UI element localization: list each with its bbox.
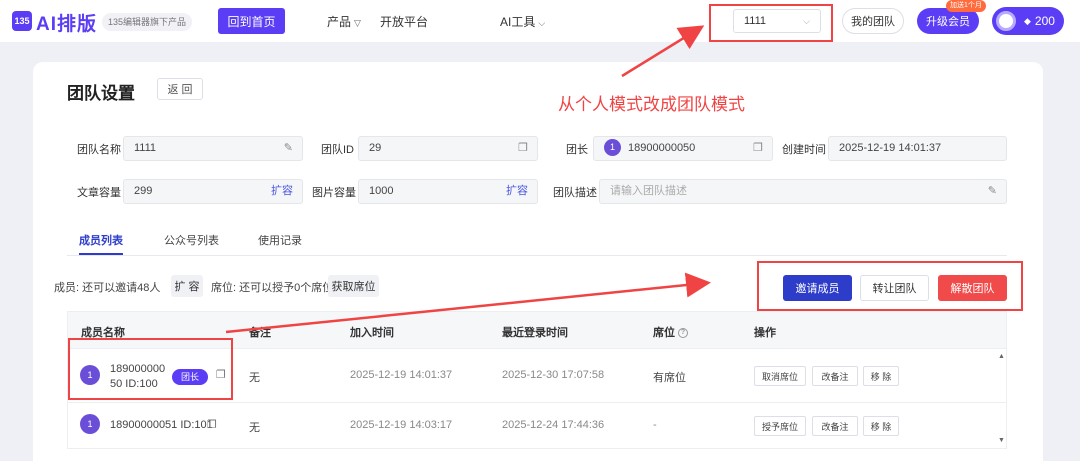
diamond-icon: ◆: [1024, 15, 1031, 26]
get-seats-button[interactable]: 获取席位: [328, 275, 379, 297]
team-name-value: 1111: [134, 142, 157, 154]
home-button[interactable]: 回到首页: [218, 8, 285, 34]
copy-icon[interactable]: ❐: [207, 418, 217, 431]
desc-field[interactable]: 请输入团队描述 ✎: [599, 179, 1007, 204]
member-last-login: 2025-12-24 17:44:36: [502, 419, 605, 431]
nav-products[interactable]: 产品 ▽: [327, 13, 361, 30]
desc-label: 团队描述: [553, 187, 597, 199]
nav-ai-tools-label: AI工具: [500, 15, 536, 29]
remove-member-button[interactable]: 移 除: [863, 366, 899, 386]
tab-accounts[interactable]: 公众号列表: [164, 232, 219, 255]
expand-members-button[interactable]: 扩 容: [171, 275, 203, 297]
tab-bar: 成员列表 公众号列表 使用记录: [67, 232, 1007, 256]
avatar: [996, 11, 1016, 31]
annotation-text: 从个人模式改成团队模式: [558, 95, 745, 114]
nav-products-label: 产品: [327, 15, 352, 29]
leader-value: 18900000050: [628, 142, 696, 154]
leader-label: 团长: [566, 144, 588, 156]
created-label: 创建时间: [782, 144, 826, 156]
edit-icon[interactable]: ✎: [284, 137, 293, 160]
col-note: 备注: [249, 327, 271, 339]
member-joined: 2025-12-19 14:01:37: [350, 369, 453, 381]
expand-article-link[interactable]: 扩容: [271, 180, 293, 203]
col-seat: 席位?: [653, 324, 688, 340]
grant-seat-button[interactable]: 授予席位: [754, 416, 806, 436]
brand-tagline: 135编辑器旗下产品: [102, 13, 193, 31]
my-team-button[interactable]: 我的团队: [842, 8, 904, 34]
credit-count: 200: [1034, 14, 1055, 28]
col-seat-label: 席位: [653, 327, 675, 339]
article-cap-label: 文章容量: [77, 187, 121, 199]
team-name-label: 团队名称: [77, 144, 121, 156]
image-cap-value: 1000: [369, 185, 394, 197]
bonus-badge: 加送1个月: [946, 0, 986, 12]
credit-pill[interactable]: ◆ 200: [992, 7, 1064, 35]
team-id-label: 团队ID: [321, 144, 354, 156]
member-joined: 2025-12-19 14:03:17: [350, 419, 453, 431]
help-icon[interactable]: ?: [678, 328, 688, 339]
article-cap-value: 299: [134, 185, 153, 197]
page-title: 团队设置: [67, 84, 135, 103]
scroll-up-icon[interactable]: ▲: [998, 353, 1005, 360]
image-cap-field: 1000 扩容: [358, 179, 538, 204]
member-last-login: 2025-12-30 17:07:58: [502, 369, 605, 381]
table-row: 1 18900000051 ID:101 ❐ 无 2025-12-19 14:0…: [67, 403, 1007, 449]
team-id-field: 29 ❐: [358, 136, 538, 161]
nav-open-platform[interactable]: 开放平台: [380, 13, 428, 30]
seats-quota: 席位: 还可以授予0个席位: [211, 282, 334, 294]
created-value: 2025-12-19 14:01:37: [839, 142, 942, 154]
nav-ai-tools[interactable]: AI工具 ⌵: [500, 13, 545, 30]
avatar: 1: [604, 138, 621, 156]
created-field: 2025-12-19 14:01:37: [828, 136, 1007, 161]
top-nav: 135 AI排版 135编辑器旗下产品 回到首页 产品 ▽ 开放平台 AI工具 ⌵ …: [0, 0, 1080, 42]
member-seat: -: [653, 419, 657, 431]
scroll-down-icon[interactable]: ▼: [998, 437, 1005, 444]
edit-note-button[interactable]: 改备注: [812, 416, 858, 436]
chevron-down-icon: ▽: [354, 18, 361, 28]
chevron-down-icon: ⌵: [538, 18, 546, 28]
logo-mark: 135: [12, 11, 32, 31]
brand-logo[interactable]: AI排版: [36, 9, 97, 36]
highlight-team-select: [709, 4, 833, 42]
nav-open-platform-label: 开放平台: [380, 15, 429, 29]
remove-member-button[interactable]: 移 除: [863, 416, 899, 436]
desc-placeholder: 请输入团队描述: [610, 185, 687, 197]
tab-members[interactable]: 成员列表: [79, 232, 123, 255]
tab-usage-log[interactable]: 使用记录: [258, 232, 302, 255]
team-name-field[interactable]: 1111 ✎: [123, 136, 303, 161]
members-quota: 成员: 还可以邀请48人: [54, 282, 161, 294]
col-last-login: 最近登录时间: [502, 327, 568, 339]
article-cap-field: 299 扩容: [123, 179, 303, 204]
avatar: 1: [80, 414, 100, 434]
member-seat: 有席位: [653, 372, 686, 384]
copy-icon[interactable]: ❐: [753, 137, 763, 160]
member-note: 无: [249, 422, 260, 434]
highlight-action-buttons: [757, 261, 1023, 311]
revoke-seat-button[interactable]: 取消席位: [754, 366, 806, 386]
edit-note-button[interactable]: 改备注: [812, 366, 858, 386]
member-name: 18900000051 ID:101: [110, 419, 213, 431]
copy-icon[interactable]: ❐: [518, 137, 528, 160]
leader-field: 1 18900000050 ❐: [593, 136, 773, 161]
image-cap-label: 图片容量: [312, 187, 356, 199]
edit-icon[interactable]: ✎: [988, 180, 997, 203]
member-note: 无: [249, 372, 260, 384]
col-joined: 加入时间: [350, 327, 394, 339]
back-button[interactable]: 返 回: [157, 78, 203, 100]
highlight-leader-row: [68, 338, 233, 400]
col-actions: 操作: [754, 327, 776, 339]
team-id-value: 29: [369, 142, 382, 154]
expand-image-link[interactable]: 扩容: [506, 180, 528, 203]
